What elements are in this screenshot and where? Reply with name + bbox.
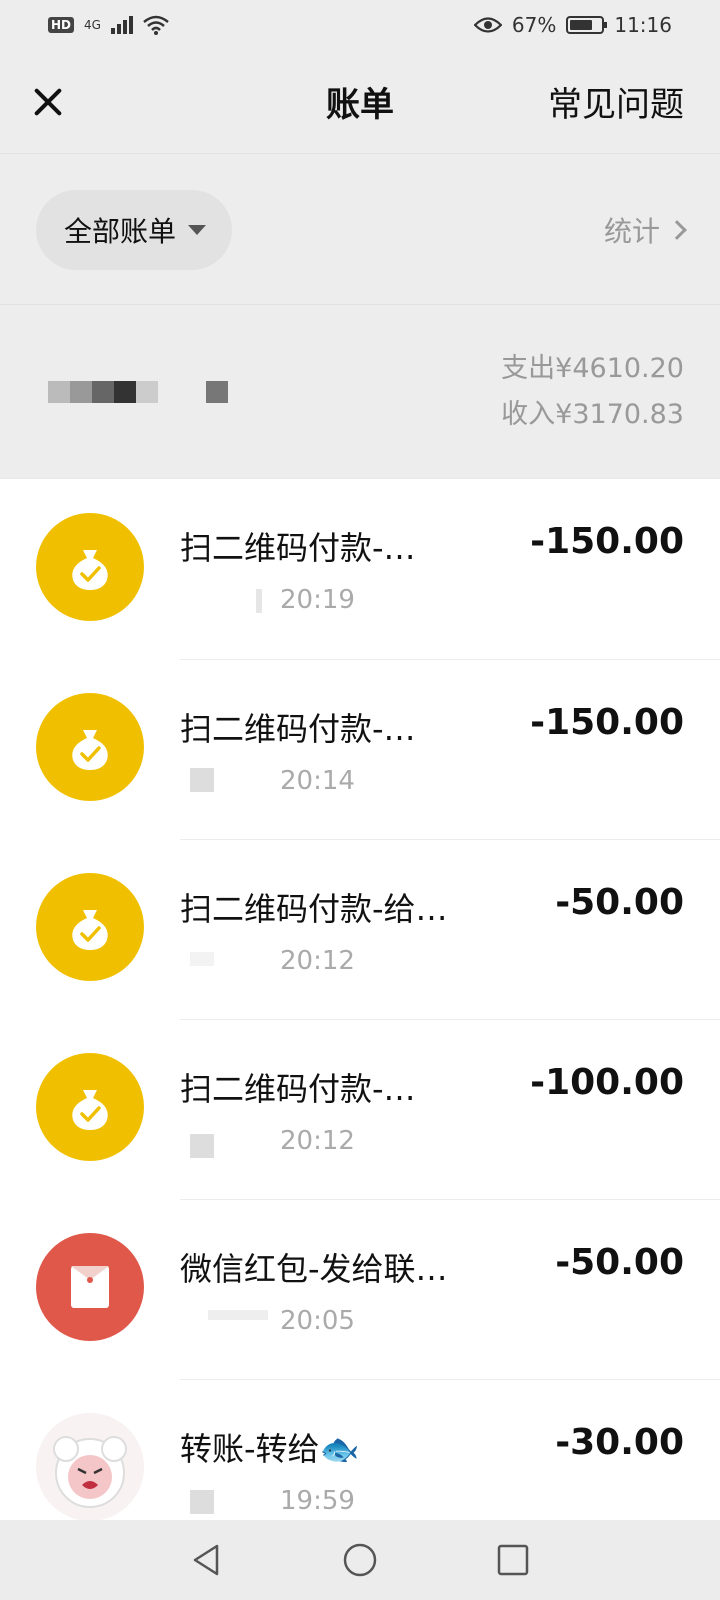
qr-payment-icon bbox=[36, 873, 144, 981]
bill-title: 扫二维码付款-… bbox=[180, 1070, 416, 1108]
bill-body: 扫二维码付款-… 20:19 -150.00 bbox=[180, 479, 720, 659]
battery-percent: 67% bbox=[511, 13, 557, 37]
bill-title: 微信红包-发给联… bbox=[180, 1250, 448, 1288]
bill-icon-wrap bbox=[0, 839, 180, 1019]
blur-pixel bbox=[206, 381, 228, 403]
blur-gap bbox=[158, 381, 206, 403]
bill-amount: -30.00 bbox=[555, 1422, 684, 1463]
bill-body: 扫二维码付款-… 20:12 -100.00 bbox=[180, 1019, 720, 1199]
blur-pixel bbox=[48, 381, 70, 403]
signal-icon bbox=[110, 16, 133, 34]
bill-item[interactable]: 转账-转给🐟 19:59 -30.00 bbox=[0, 1379, 720, 1520]
faq-link[interactable]: 常见问题 bbox=[548, 77, 684, 126]
qr-payment-icon bbox=[36, 1053, 144, 1161]
status-left: HD 4G bbox=[48, 15, 169, 35]
bill-title: 转账-转给🐟 bbox=[180, 1430, 360, 1468]
bill-time: 20:05 bbox=[280, 1306, 355, 1336]
income-total: 收入¥3170.83 bbox=[501, 399, 684, 430]
bill-time: 20:19 bbox=[280, 585, 355, 615]
clock: 11:16 bbox=[614, 13, 672, 37]
battery-icon bbox=[566, 16, 608, 34]
bill-body: 转账-转给🐟 19:59 -30.00 bbox=[180, 1379, 720, 1520]
bill-icon-wrap bbox=[0, 1019, 180, 1199]
back-icon[interactable] bbox=[187, 1540, 227, 1580]
blur-pixel bbox=[190, 1134, 214, 1158]
bill-item[interactable]: 扫二维码付款-… 20:12 -100.00 bbox=[0, 1019, 720, 1199]
chevron-right-icon bbox=[667, 219, 687, 240]
bill-time: 19:59 bbox=[280, 1486, 355, 1516]
blur-pixel bbox=[190, 768, 214, 792]
blur-pixel bbox=[114, 381, 136, 403]
bill-amount: -100.00 bbox=[530, 1062, 684, 1103]
qr-payment-icon bbox=[36, 513, 144, 621]
bill-icon-wrap bbox=[0, 659, 180, 839]
network-label: 4G bbox=[84, 18, 101, 32]
bill-amount: -50.00 bbox=[555, 1242, 684, 1283]
bill-icon-wrap bbox=[0, 1379, 180, 1520]
summary-totals: 支出¥4610.20 收入¥3170.83 bbox=[501, 346, 684, 438]
bill-body: 微信红包-发给联… 20:05 -50.00 bbox=[180, 1199, 720, 1379]
hd-badge: HD bbox=[48, 17, 75, 33]
bill-amount: -150.00 bbox=[530, 521, 684, 562]
bill-body: 扫二维码付款-… 20:14 -150.00 bbox=[180, 659, 720, 839]
home-icon[interactable] bbox=[340, 1540, 380, 1580]
blur-pixel bbox=[190, 952, 214, 966]
bill-body: 扫二维码付款-给… 20:12 -50.00 bbox=[180, 839, 720, 1019]
system-nav-bar bbox=[0, 1520, 720, 1600]
blur-pixel bbox=[70, 381, 92, 403]
bill-item[interactable]: 微信红包-发给联… 20:05 -50.00 bbox=[0, 1199, 720, 1379]
bill-list: 扫二维码付款-… 20:19 -150.00 扫二维码付款-… 20:14 -1… bbox=[0, 478, 720, 1520]
bill-time: 20:14 bbox=[280, 766, 355, 796]
avatar-icon bbox=[36, 1413, 144, 1520]
bill-item[interactable]: 扫二维码付款-… 20:14 -150.00 bbox=[0, 659, 720, 839]
bill-title: 扫二维码付款-给… bbox=[180, 890, 448, 928]
month-selector-blurred[interactable] bbox=[48, 381, 228, 403]
bill-filter-dropdown[interactable]: 全部账单 bbox=[36, 189, 233, 270]
bill-amount: -150.00 bbox=[530, 702, 684, 743]
bill-amount: -50.00 bbox=[555, 882, 684, 923]
blur-pixel bbox=[190, 1490, 214, 1514]
close-icon[interactable] bbox=[28, 82, 68, 122]
wifi-icon bbox=[143, 15, 169, 35]
bill-title: 扫二维码付款-… bbox=[180, 710, 416, 748]
recent-apps-icon[interactable] bbox=[493, 1540, 533, 1580]
filter-row: 全部账单 统计 bbox=[0, 155, 720, 305]
status-right: 67% 11:16 bbox=[473, 13, 672, 37]
month-summary: 支出¥4610.20 收入¥3170.83 bbox=[0, 306, 720, 478]
bill-icon-wrap bbox=[0, 1199, 180, 1379]
bill-title: 扫二维码付款-… bbox=[180, 529, 416, 567]
filter-label: 全部账单 bbox=[64, 214, 177, 248]
red-packet-icon bbox=[36, 1233, 144, 1341]
expense-total: 支出¥4610.20 bbox=[501, 353, 684, 384]
eye-icon bbox=[473, 17, 502, 33]
blur-pixel bbox=[208, 1310, 268, 1320]
nav-bar: 账单 常见问题 bbox=[0, 50, 720, 154]
blur-pixel bbox=[92, 381, 114, 403]
bill-item[interactable]: 扫二维码付款-给… 20:12 -50.00 bbox=[0, 839, 720, 1019]
blur-pixel bbox=[136, 381, 158, 403]
caret-down-icon bbox=[188, 224, 207, 235]
bill-item[interactable]: 扫二维码付款-… 20:19 -150.00 bbox=[0, 479, 720, 659]
qr-payment-icon bbox=[36, 693, 144, 801]
stats-label: 统计 bbox=[603, 214, 660, 248]
bill-icon-wrap bbox=[0, 479, 180, 659]
stats-link[interactable]: 统计 bbox=[603, 210, 687, 250]
status-bar: HD 4G 67% 11:16 bbox=[0, 0, 720, 50]
bill-time: 20:12 bbox=[280, 1126, 355, 1156]
bill-time: 20:12 bbox=[280, 946, 355, 976]
blur-pixel bbox=[256, 589, 262, 613]
